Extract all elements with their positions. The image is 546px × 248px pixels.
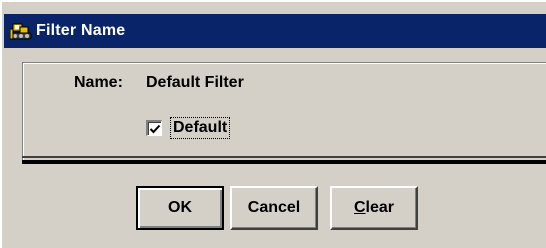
clear-button-mnemonic: C <box>353 199 366 216</box>
name-label: Name: <box>74 74 123 91</box>
group-panel-shadow-inner <box>22 156 546 158</box>
ok-button-label: OK <box>168 199 192 216</box>
default-checkbox[interactable] <box>146 120 162 136</box>
title-bar[interactable]: Filter Name <box>4 14 546 48</box>
group-panel-shadow <box>22 160 546 164</box>
clear-button-label: Clear <box>354 199 394 217</box>
clear-button-label-rest: lear <box>365 199 395 216</box>
clear-button[interactable]: Clear <box>330 186 418 230</box>
ok-button[interactable]: OK <box>136 186 224 230</box>
cancel-button[interactable]: Cancel <box>230 186 318 230</box>
checkmark-icon <box>149 124 161 134</box>
window-title: Filter Name <box>36 22 126 39</box>
bulldozer-app-icon <box>9 20 32 42</box>
name-value: Default Filter <box>146 74 244 91</box>
default-checkbox-label[interactable]: Default <box>170 117 231 139</box>
cancel-button-label: Cancel <box>247 199 301 216</box>
